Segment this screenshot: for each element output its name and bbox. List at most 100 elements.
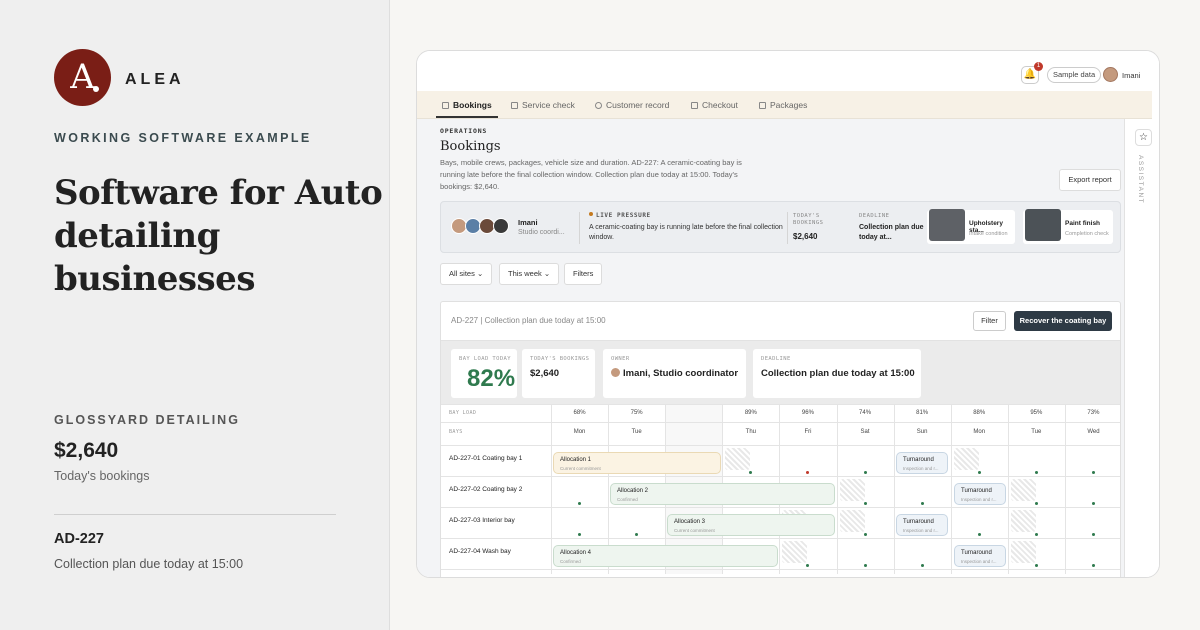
status-dot	[578, 533, 582, 536]
owner-text: Imani, Studio coordinator	[623, 368, 739, 379]
status-dot	[806, 471, 810, 474]
turnaround-block[interactable]: Turnaround Inspection and r...	[896, 514, 948, 536]
week-label: This week	[508, 269, 542, 278]
allocation-bar[interactable]: Allocation 2 Confirmed	[610, 483, 835, 505]
star-icon[interactable]: ☆	[1135, 129, 1152, 146]
allocation-bar[interactable]: Allocation 4 Confirmed	[553, 545, 778, 567]
kpi-value: Collection plan due today at 15:00	[761, 368, 915, 379]
allocation-bar[interactable]: Allocation 1 Current commitment	[553, 452, 721, 474]
day-label: Sun	[916, 429, 928, 435]
owner-name: Imani	[518, 218, 538, 227]
app-window: 🔔 1 Sample data Imani Bookings Service c…	[416, 50, 1160, 578]
avatar	[611, 368, 620, 377]
bay-load-value: 75%	[630, 410, 643, 416]
export-report-button[interactable]: Export report	[1059, 169, 1121, 191]
sample-data-pill[interactable]: Sample data	[1047, 67, 1102, 83]
board-header: AD-227 | Collection plan due today at 15…	[451, 316, 606, 325]
week-select[interactable]: This week ⌄	[499, 263, 560, 285]
turnaround-status: Inspection and r...	[903, 528, 939, 533]
filters-button[interactable]: Filters	[564, 263, 603, 285]
unavailable-block	[839, 510, 865, 532]
bookings-label: TODAY'S BOOKINGS	[793, 213, 824, 226]
unavailable-block	[1010, 510, 1036, 532]
user-name[interactable]: Imani	[1122, 71, 1140, 80]
register-icon	[691, 102, 698, 109]
tab-packages[interactable]: Packages	[759, 91, 807, 119]
divider	[787, 212, 788, 244]
row-label: AD-227-01 Coating bay 1	[449, 455, 523, 462]
allocation-title: Allocation 4	[560, 550, 592, 556]
day-label: Mon	[973, 429, 986, 435]
allocation-bar[interactable]: Allocation 3 Current commitment	[667, 514, 835, 536]
unavailable-block	[782, 541, 808, 563]
chevron-down-icon: ⌄	[476, 269, 484, 278]
status-dot	[1034, 564, 1038, 567]
photo-title: Paint finish	[1065, 220, 1101, 227]
page-title: Bookings	[440, 139, 501, 154]
turnaround-block[interactable]: Turnaround Inspection and r...	[954, 545, 1006, 567]
kpi-label: OWNER	[611, 356, 630, 362]
grid-line	[950, 404, 952, 574]
unavailable-block	[953, 448, 979, 470]
bay-load-value: 81%	[916, 410, 929, 416]
tab-customer-record[interactable]: Customer record	[595, 91, 669, 119]
grid-line	[441, 569, 1120, 570]
grid-line	[441, 538, 1120, 539]
sites-label: All sites	[449, 269, 475, 278]
assistant-label[interactable]: ASSISTANT	[1137, 155, 1144, 204]
main-content: OPERATIONS Bookings Bays, mobile crews, …	[417, 119, 1124, 577]
alea-logo: A	[54, 49, 111, 106]
business-name: GLOSSYARD DETAILING	[54, 413, 240, 427]
bookings-amount: $2,640	[54, 439, 119, 462]
photo-subtitle: Completion check	[1065, 231, 1109, 237]
unavailable-block	[1010, 479, 1036, 501]
deadline-label: DEADLINE	[859, 213, 890, 219]
kpi-value: $2,640	[530, 368, 560, 379]
status-dot	[1091, 471, 1095, 474]
clipboard-icon	[511, 102, 518, 109]
filter-button[interactable]: Filter	[973, 311, 1006, 331]
unavailable-block	[1010, 541, 1036, 563]
bay-load-value: 96%	[801, 410, 814, 416]
logo-dot	[93, 86, 99, 92]
row-label: AD-227-02 Coating bay 2	[449, 486, 523, 493]
photo-card-upholstery[interactable]: Upholstery sta... Intake condition	[927, 209, 1015, 244]
row-label: AD-227-03 Interior bay	[449, 517, 515, 524]
bookings-value: $2,640	[793, 232, 818, 241]
sites-select[interactable]: All sites ⌄	[440, 263, 493, 285]
day-label: Sat	[860, 429, 870, 435]
recover-coating-bay-button[interactable]: Recover the coating bay	[1014, 311, 1112, 331]
live-pressure-text: A ceramic-coating bay is running late be…	[589, 224, 783, 241]
kpi-band: BAY LOAD TODAY 82% TODAY'S BOOKINGS $2,6…	[441, 340, 1120, 404]
status-dot	[977, 471, 981, 474]
turnaround-status: Inspection and r...	[903, 466, 939, 471]
grid-line	[441, 404, 1120, 405]
tab-bookings[interactable]: Bookings	[436, 91, 498, 119]
eyebrow: WORKING SOFTWARE EXAMPLE	[54, 131, 312, 145]
status-dot	[806, 564, 810, 567]
divider	[579, 212, 580, 244]
divider	[54, 514, 336, 515]
left-panel: A ALEA WORKING SOFTWARE EXAMPLE Software…	[0, 0, 390, 630]
page-description: Bays, mobile crews, packages, vehicle si…	[440, 158, 742, 191]
case-code: AD-227	[54, 531, 104, 547]
live-label-text: LIVE PRESSURE	[596, 212, 651, 219]
tab-label: Checkout	[702, 100, 738, 110]
turnaround-title: Turnaround	[903, 519, 934, 525]
turnaround-block[interactable]: Turnaround Inspection and r...	[954, 483, 1006, 505]
owner-role: Studio coordi...	[518, 229, 565, 236]
status-dot	[1034, 502, 1038, 505]
bay-load-value: 74%	[859, 410, 872, 416]
kpi-deadline: DEADLINE Collection plan due today at 15…	[753, 349, 921, 398]
user-avatar[interactable]	[1103, 67, 1118, 82]
kpi-owner: OWNER Imani, Studio coordinator	[603, 349, 746, 398]
logo-letter: A	[70, 57, 95, 97]
photo-card-paint[interactable]: Paint finish Completion check	[1023, 209, 1113, 244]
turnaround-block[interactable]: Turnaround Inspection and r...	[896, 452, 948, 474]
kpi-bookings: TODAY'S BOOKINGS $2,640	[522, 349, 595, 398]
tab-service-check[interactable]: Service check	[511, 91, 575, 119]
top-bar: 🔔 1 Sample data Imani	[417, 51, 1159, 91]
tab-checkout[interactable]: Checkout	[691, 91, 738, 119]
day-label: Thu	[745, 429, 757, 435]
turnaround-status: Inspection and r...	[961, 559, 997, 564]
